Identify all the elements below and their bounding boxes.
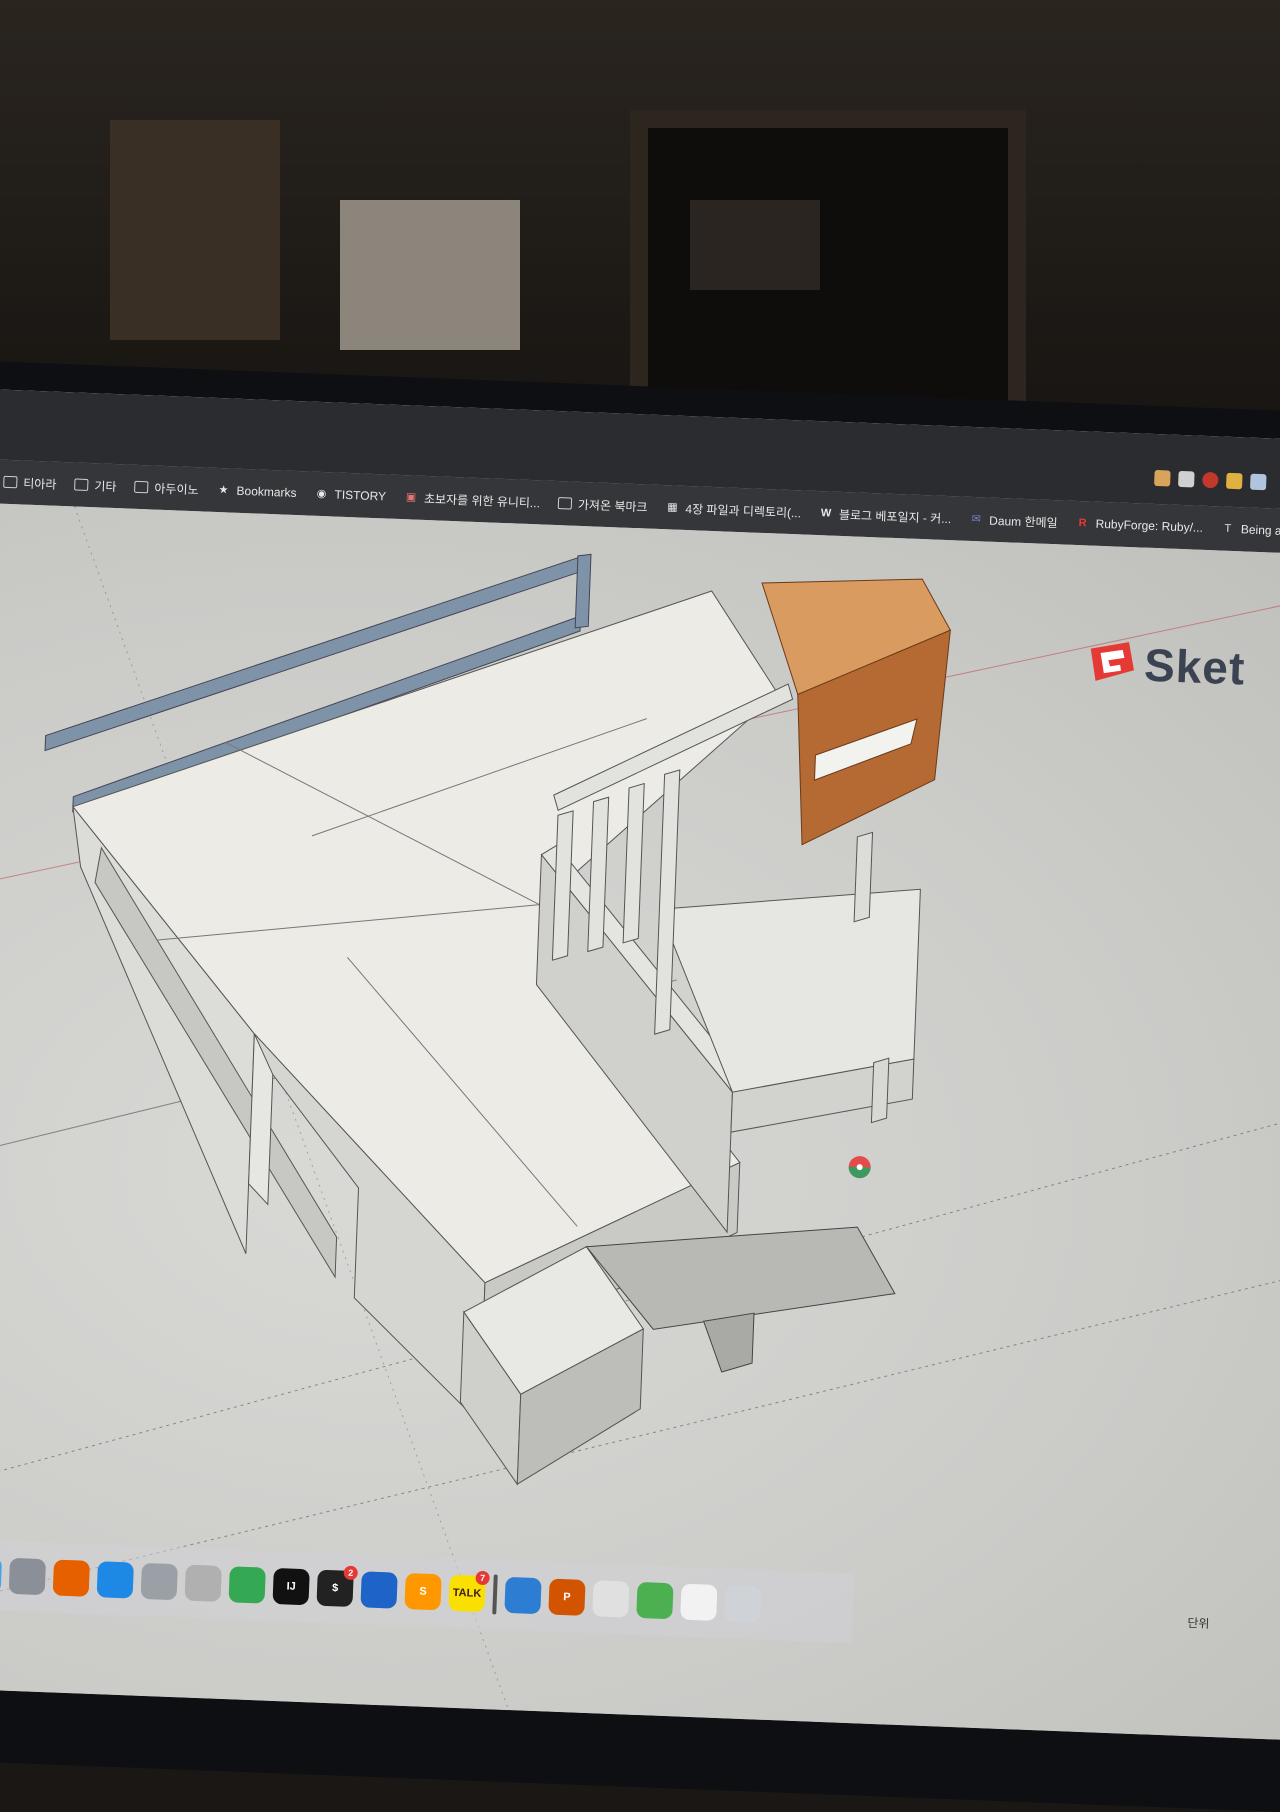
rubyforge-icon: R [1078,517,1087,530]
bookmark-item[interactable]: 기타 [74,476,117,495]
dock-app-divider [492,1574,498,1615]
folder-icon [74,478,89,492]
bookmark-label: 초보자를 위한 유니티... [423,491,541,510]
rail-post [574,553,592,629]
tray-icon-5[interactable] [1249,473,1267,491]
dock-app-glyph: P [563,1591,571,1604]
tray-icon-2[interactable] [1178,470,1195,488]
dock-app-firefox[interactable] [52,1559,90,1597]
globe-icon: ◉ [316,487,327,501]
lower-bed-leg [870,1057,890,1124]
bookmark-item[interactable]: 아두이노 [134,478,199,497]
tray-icon-3[interactable] [1202,471,1219,489]
bookmark-item[interactable]: ★ Bookmarks [216,483,297,501]
bookmark-item[interactable]: R RubyForge: Ruby/... [1075,516,1203,535]
dock-app-chrome[interactable] [228,1566,266,1604]
bookmark-item[interactable]: ▣ 초보자를 위한 유니티... [404,489,541,511]
bookmark-item[interactable]: ▦ 4장 파일과 디렉토리(... [665,499,801,521]
dock-app-glyph: S [419,1585,427,1598]
dock-app-preview[interactable] [592,1580,630,1618]
dock-app-document[interactable] [680,1583,718,1621]
dock-app-trash[interactable] [724,1585,762,1623]
unit-label: 단위 [1187,1616,1210,1631]
site-icon: ▦ [667,501,678,514]
room-panel [690,200,820,290]
sketchup-logo-icon [1090,642,1134,681]
folder-icon [3,475,18,489]
dock-app-sourcetree[interactable] [360,1571,398,1609]
logo-text: Sket [1143,638,1247,695]
site-icon: T [1224,522,1232,535]
tray-icon-4[interactable] [1225,472,1243,490]
screen: 티아라 기타 아두이노 ★ Bookmarks ◉ TISTORY ▣ 초보자를… [0,389,1280,1740]
bookmark-label: RubyForge: Ruby/... [1095,516,1204,535]
bookmark-item[interactable]: T Being a Developer... [1221,522,1280,540]
dock-app-sublime[interactable]: S [404,1573,442,1611]
bookmark-item[interactable]: 티아라 [3,473,57,492]
star-icon: ★ [218,484,229,497]
dock-app-powerpoint-like[interactable]: P [548,1578,586,1616]
dock-app-glyph: $ [331,1582,339,1595]
bookmark-item[interactable]: ◉ TISTORY [314,487,387,504]
dock-app-database[interactable] [184,1564,222,1602]
playhouse-post [853,831,874,923]
tray-icon-1[interactable] [1154,469,1171,487]
bookmark-label: 아두이노 [154,481,199,497]
dock-app-terminal[interactable]: $2 [316,1565,358,1607]
w-icon: W [820,507,832,520]
room-shelf [110,120,280,340]
dock-app-finder[interactable] [0,1556,3,1594]
bookmark-item[interactable]: 가져온 북마크 [557,495,648,515]
bookmark-label: 블로그 베포일지 - 커... [838,507,952,526]
dock-app-intellij[interactable]: IJ [272,1567,310,1606]
bookmark-item[interactable]: W 블로그 베포일지 - 커... [819,505,952,527]
bookmark-label: 기타 [94,478,117,494]
bookmark-item[interactable]: ✉ Daum 한메일 [969,510,1058,530]
room-box [340,200,520,350]
dock-app-xcode-blue[interactable] [504,1576,542,1615]
notification-badge: 2 [343,1565,358,1581]
bookmark-label: Daum 한메일 [988,513,1058,530]
dock-app-glyph: IJ [286,1580,296,1593]
dock-app-glyph: TALK [452,1586,482,1600]
bookmark-label: Being a Developer... [1240,522,1280,540]
dock-app-maps-like[interactable] [636,1581,674,1620]
bookmark-label: Bookmarks [236,483,297,501]
folder-icon [557,497,573,510]
menubar-tray [1154,469,1267,491]
dock-app-safari[interactable] [96,1561,134,1599]
mail-icon: ✉ [971,512,982,526]
dock-app-launchpad[interactable] [8,1557,47,1596]
folder-icon [134,480,149,494]
site-icon: ▣ [405,491,417,504]
dock-app-sequel[interactable] [140,1562,178,1601]
background-room [0,0,1280,430]
monitor: 티아라 기타 아두이노 ★ Bookmarks ◉ TISTORY ▣ 초보자를… [0,360,1280,1812]
slide-support [702,1312,755,1373]
bookmark-label: TISTORY [334,487,387,504]
bookmark-label: 가져온 북마크 [577,497,648,514]
bookmark-label: 4장 파일과 디렉토리(... [685,501,802,520]
bookmark-label: 티아라 [23,476,57,492]
sketchup-logo: Sket [1083,635,1246,695]
dock-app-kakaotalk[interactable]: TALK 7 [448,1570,490,1613]
orbit-cursor-icon [848,1156,871,1179]
notification-badge: 7 [475,1570,490,1586]
